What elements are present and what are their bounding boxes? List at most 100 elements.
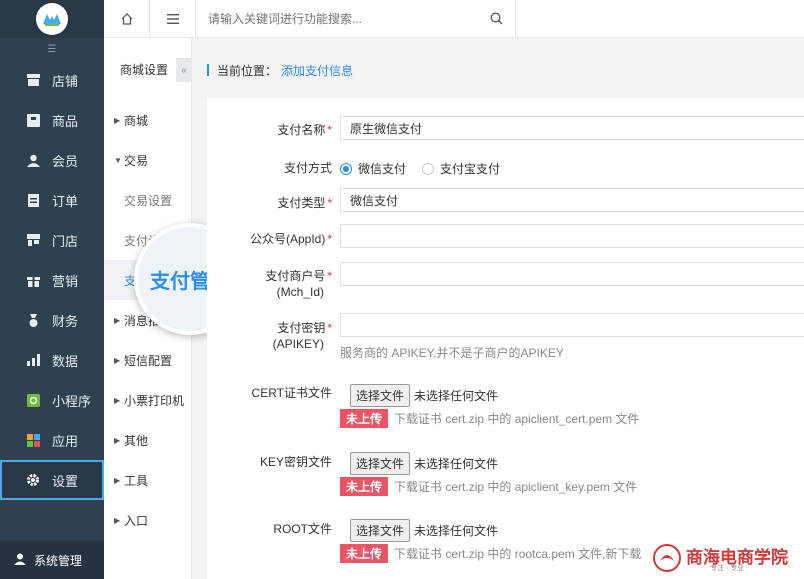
- watermark: 商海电商学院 专注 · 专业: [652, 537, 804, 579]
- menu-icon: [166, 13, 179, 24]
- sub-item-label: 入口: [124, 513, 149, 528]
- system-manage[interactable]: 系统管理: [0, 541, 104, 579]
- sidebar-item-store[interactable]: 店铺: [0, 60, 104, 100]
- radio-alipay[interactable]: 支付宝支付: [422, 160, 500, 177]
- not-uploaded-badge: 未上传: [340, 477, 389, 496]
- sub-child-label: 交易设置: [124, 193, 173, 208]
- sub-item-printer[interactable]: ▶ 小票打印机: [104, 380, 191, 420]
- breadcrumb-bar: [207, 64, 209, 76]
- caret-right-icon: ▶: [114, 395, 121, 405]
- breadcrumb: 当前位置： 添加支付信息: [207, 60, 353, 80]
- sidebar-item-shop[interactable]: 门店: [0, 220, 104, 260]
- sidebar-item-label: 数据: [52, 353, 79, 369]
- sub-item-label: 商城: [124, 113, 149, 128]
- store-icon: [26, 73, 40, 87]
- key-upload-status: 未上传 下载证书 cert.zip 中的 apiclient_key.pem 文…: [340, 477, 637, 496]
- sidebar-item-label: 小程序: [52, 393, 92, 409]
- root-file-picker: 选择文件 未选择任何文件: [350, 519, 498, 542]
- top-bar: [104, 0, 804, 38]
- radio-checked-icon: [340, 162, 352, 175]
- sidebar-item-settings[interactable]: 设置: [0, 460, 104, 500]
- apikey-input[interactable]: [340, 313, 804, 337]
- cert-hint: 下载证书 cert.zip 中的 apiclient_cert.pem 文件: [394, 412, 640, 426]
- home-button[interactable]: [104, 0, 150, 38]
- sidebar-item-finance[interactable]: 财务: [0, 300, 104, 340]
- breadcrumb-current[interactable]: 添加支付信息: [281, 62, 353, 79]
- radio-wechat[interactable]: 微信支付: [340, 160, 406, 177]
- sub-item-sms[interactable]: ▶ 短信配置: [104, 340, 191, 380]
- pay-method-radio-group: 微信支付 支付宝支付: [340, 160, 516, 177]
- chart-icon: [26, 353, 40, 367]
- appid-input[interactable]: [340, 224, 804, 248]
- pay-method-label: 支付方式: [283, 161, 332, 175]
- apikey-label: 支付密钥 * (APIKEY): [272, 321, 332, 351]
- caret-right-icon: ▶: [114, 115, 121, 125]
- collapse-double-left-icon[interactable]: «: [176, 58, 192, 82]
- main-sidebar: ☰ 店铺 商品 会员 订单 门店 营销 财务 数据 小程序 应用 设置 系统管理: [0, 0, 104, 579]
- watermark-sub: 专注 · 专业: [710, 565, 745, 572]
- radio-unchecked-icon: [422, 162, 435, 175]
- apikey-hint: 服务商的 APIKEY,并不是子商户的APIKEY: [340, 346, 564, 360]
- mchid-input[interactable]: [340, 262, 804, 286]
- cert-label: CERT证书文件: [251, 386, 332, 400]
- pay-type-select[interactable]: 微信支付: [340, 188, 804, 212]
- search-input[interactable]: [208, 11, 468, 26]
- user-icon: [14, 553, 26, 568]
- sidebar-item-order[interactable]: 订单: [0, 180, 104, 220]
- sidebar-item-goods[interactable]: 商品: [0, 100, 104, 140]
- sub-item-entry[interactable]: ▶ 入口: [104, 500, 191, 540]
- sidebar-item-data[interactable]: 数据: [0, 340, 104, 380]
- pay-name-input[interactable]: 原生微信支付: [340, 116, 804, 140]
- sidebar-item-label: 门店: [52, 233, 79, 249]
- pay-type-label: 支付类型 *: [277, 196, 332, 210]
- logo[interactable]: [0, 0, 104, 38]
- key-file-status: 未选择任何文件: [414, 457, 499, 471]
- sub-item-label: 其他: [124, 433, 149, 448]
- search-box: [196, 0, 516, 38]
- caret-right-icon: ▶: [114, 355, 121, 365]
- order-icon: [26, 193, 40, 207]
- sub-item-tools[interactable]: ▶ 工具: [104, 460, 191, 500]
- sub-item-other[interactable]: ▶ 其他: [104, 420, 191, 460]
- member-icon: [26, 153, 40, 167]
- caret-right-icon: ▶: [114, 475, 121, 485]
- sidebar-item-marketing[interactable]: 营销: [0, 260, 104, 300]
- sub-child-trade-settings[interactable]: 交易设置: [104, 180, 191, 220]
- caret-down-icon: ▼: [114, 155, 122, 165]
- sub-item-trade[interactable]: ▼ 交易: [104, 140, 191, 180]
- sidebar-item-label: 订单: [52, 193, 79, 209]
- sub-item-mall[interactable]: ▶ 商城: [104, 100, 191, 140]
- apps-icon: [26, 433, 40, 447]
- menu-collapse-icon[interactable]: ☰: [0, 38, 104, 60]
- sub-item-label: 工具: [124, 473, 149, 488]
- caret-right-icon: ▶: [114, 315, 121, 325]
- miniapp-icon: [26, 393, 40, 407]
- cert-choose-file-button[interactable]: 选择文件: [350, 384, 411, 407]
- root-hint: 下载证书 cert.zip 中的 rootca.pem 文件,新下载: [394, 547, 642, 561]
- finance-icon: [26, 313, 40, 327]
- pay-name-label: 支付名称 *: [277, 123, 332, 137]
- search-icon[interactable]: [490, 12, 503, 25]
- sidebar-item-label: 设置: [52, 473, 79, 489]
- sidebar-item-member[interactable]: 会员: [0, 140, 104, 180]
- logo-icon: [36, 3, 68, 35]
- sidebar-item-label: 应用: [52, 433, 79, 449]
- caret-right-icon: ▶: [114, 515, 121, 525]
- key-choose-file-button[interactable]: 选择文件: [350, 452, 411, 475]
- gift-icon: [26, 273, 40, 287]
- root-label: ROOT文件: [273, 522, 332, 536]
- sidebar-item-apps[interactable]: 应用: [0, 420, 104, 460]
- home-icon: [121, 12, 132, 25]
- mchid-label: 支付商户号 * (Mch_Id): [265, 269, 332, 299]
- sidebar-item-miniapp[interactable]: 小程序: [0, 380, 104, 420]
- sub-item-label: 交易: [124, 153, 149, 168]
- sidebar-item-label: 店铺: [52, 73, 79, 89]
- gear-icon: [26, 473, 40, 487]
- not-uploaded-badge: 未上传: [340, 409, 389, 428]
- sidebar-item-label: 财务: [52, 313, 79, 329]
- root-choose-file-button[interactable]: 选择文件: [350, 519, 411, 542]
- menu-button[interactable]: [150, 0, 196, 38]
- goods-icon: [26, 113, 40, 127]
- sidebar-item-label: 会员: [52, 153, 79, 169]
- cert-file-status: 未选择任何文件: [414, 389, 499, 403]
